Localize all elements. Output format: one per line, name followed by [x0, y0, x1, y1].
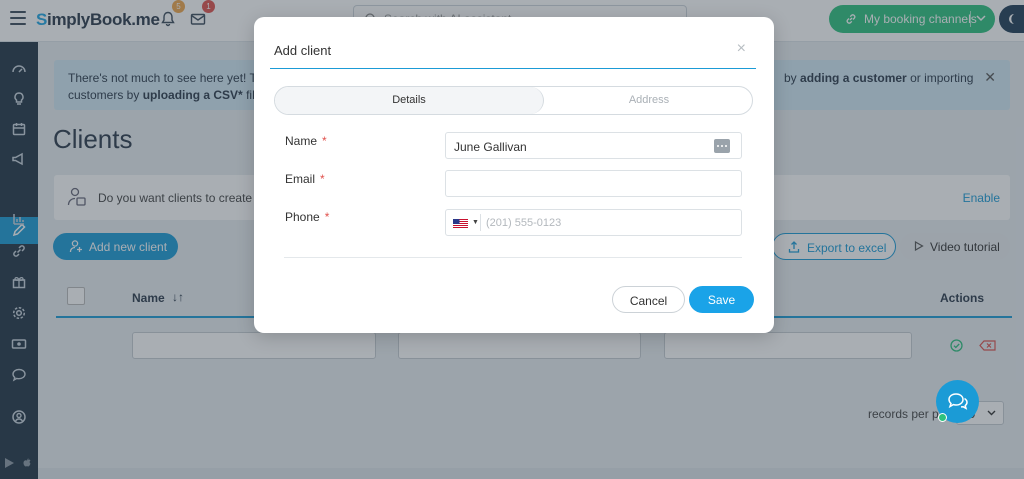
online-status-dot [938, 413, 947, 422]
required-mark: * [320, 172, 325, 186]
name-field-value: June Gallivan [454, 140, 527, 154]
name-field-label: Name * [285, 134, 327, 148]
us-flag-icon[interactable] [453, 219, 468, 228]
tab-details[interactable]: Details [275, 87, 544, 114]
phone-field[interactable]: ▼ (201) 555-0123 [445, 209, 742, 236]
name-field[interactable]: June Gallivan [445, 132, 742, 159]
chat-icon [948, 393, 968, 410]
email-field-label: Email * [285, 172, 325, 186]
phone-placeholder: (201) 555-0123 [486, 217, 562, 229]
email-field[interactable] [445, 170, 742, 197]
chat-widget-button[interactable] [936, 380, 979, 423]
phone-field-label: Phone * [285, 210, 329, 224]
name-label-text: Name [285, 134, 318, 148]
required-mark: * [324, 210, 330, 224]
phone-divider [480, 214, 481, 231]
dialog-title: Add client [274, 43, 332, 58]
autofill-dots-icon[interactable] [714, 139, 730, 153]
email-label-text: Email [285, 172, 316, 186]
phone-label-text: Phone [285, 210, 320, 224]
close-icon[interactable]: × [737, 40, 746, 58]
title-divider [270, 68, 756, 69]
form-divider [284, 257, 742, 258]
save-button[interactable]: Save [689, 286, 754, 313]
cancel-button[interactable]: Cancel [612, 286, 685, 313]
country-caret-icon[interactable]: ▼ [472, 219, 479, 226]
add-client-dialog: Add client × Details Address Name * June … [254, 17, 774, 333]
required-mark: * [322, 134, 327, 148]
tab-address[interactable]: Address [544, 87, 752, 114]
dialog-tabs: Details Address [274, 86, 753, 115]
